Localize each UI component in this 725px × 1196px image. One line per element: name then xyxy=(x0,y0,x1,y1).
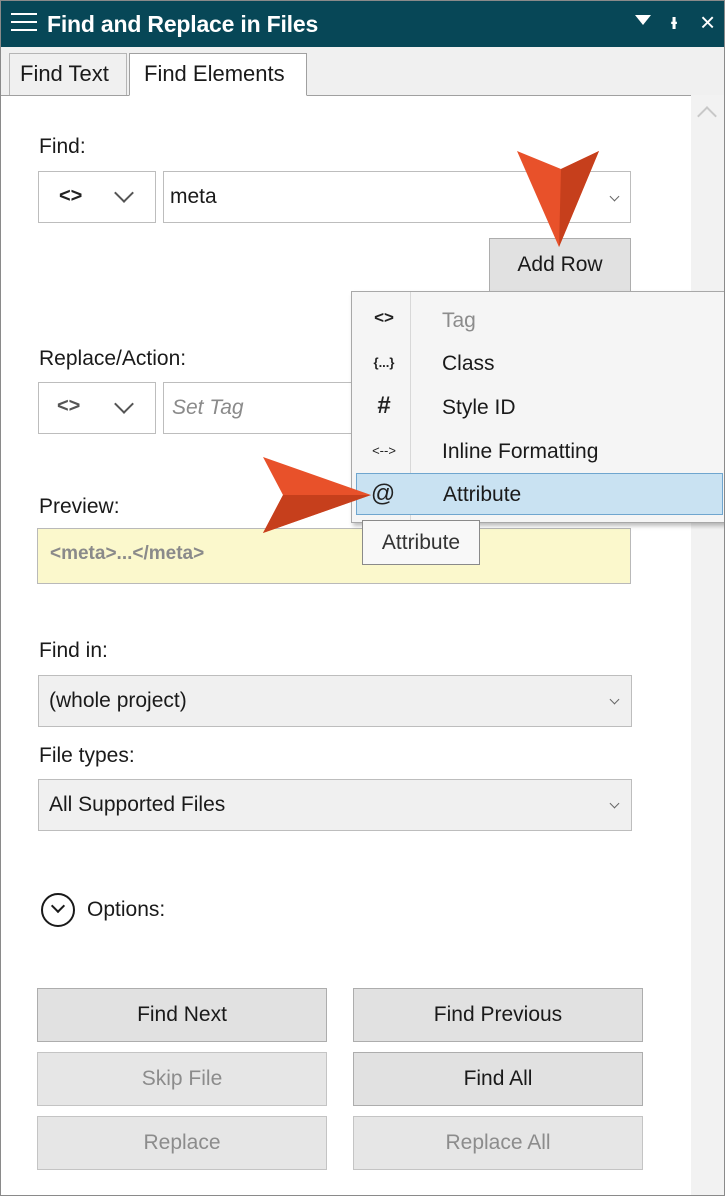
pin-icon[interactable]: ᵻ xyxy=(671,9,677,35)
title-bar: Find and Replace in Files ᵻ × xyxy=(1,1,724,47)
callout-arrow-icon xyxy=(517,151,599,247)
options-label[interactable]: Options: xyxy=(87,898,165,922)
find-label: Find: xyxy=(39,135,86,158)
tab-strip: Find Text Find Elements xyxy=(1,47,724,96)
skip-file-button[interactable]: Skip File xyxy=(37,1052,327,1106)
find-in-select[interactable]: (whole project) xyxy=(38,675,632,727)
menu-item-label: Attribute xyxy=(443,483,522,506)
find-in-label: Find in: xyxy=(39,639,108,662)
find-value-text: meta xyxy=(170,185,217,208)
menu-item-attribute[interactable]: @ Attribute xyxy=(356,473,723,515)
menu-item-label: Class xyxy=(442,352,495,375)
menu-item-class[interactable]: {...} Class xyxy=(352,343,723,385)
hamburger-menu-icon[interactable] xyxy=(11,13,37,35)
chevron-down-icon xyxy=(609,694,620,705)
expand-options-icon[interactable] xyxy=(41,893,75,927)
replace-placeholder: Set Tag xyxy=(172,396,244,419)
close-icon[interactable]: × xyxy=(700,7,715,38)
find-all-button[interactable]: Find All xyxy=(353,1052,643,1106)
find-next-button[interactable]: Find Next xyxy=(37,988,327,1042)
find-previous-button[interactable]: Find Previous xyxy=(353,988,643,1042)
panel-title: Find and Replace in Files xyxy=(47,11,319,37)
menu-item-tag[interactable]: <> Tag xyxy=(352,300,723,342)
find-type-selector[interactable]: <> xyxy=(38,171,156,223)
chevron-down-icon xyxy=(114,394,134,414)
file-types-select[interactable]: All Supported Files xyxy=(38,779,632,831)
tab-find-text[interactable]: Find Text xyxy=(9,53,127,95)
menu-item-inline-formatting[interactable]: <--> Inline Formatting xyxy=(352,431,723,473)
chevron-down-icon xyxy=(609,191,620,202)
menu-item-label: Tag xyxy=(442,309,476,332)
find-replace-panel: Find and Replace in Files ᵻ × Find Text … xyxy=(0,0,725,1196)
file-types-label: File types: xyxy=(39,744,135,767)
menu-item-style-id[interactable]: # Style ID xyxy=(352,387,723,429)
preview-label: Preview: xyxy=(39,495,120,518)
find-in-value: (whole project) xyxy=(49,689,187,712)
preview-text: <meta>...</meta> xyxy=(50,543,205,564)
file-types-value: All Supported Files xyxy=(49,793,226,816)
scroll-up-icon[interactable] xyxy=(697,106,717,126)
hash-icon: # xyxy=(377,392,391,419)
set-tag-icon: <> xyxy=(57,395,81,417)
menu-item-label: Inline Formatting xyxy=(442,440,599,463)
tooltip: Attribute xyxy=(362,520,480,565)
replace-label: Replace/Action: xyxy=(39,347,187,370)
replace-value-input[interactable]: Set Tag xyxy=(163,382,363,434)
replace-button[interactable]: Replace xyxy=(37,1116,327,1170)
callout-arrow-icon xyxy=(263,457,371,533)
dropdown-arrow-icon[interactable] xyxy=(635,15,651,25)
replace-action-selector[interactable]: <> xyxy=(38,382,156,434)
vertical-scrollbar[interactable] xyxy=(691,95,724,1195)
chevron-down-icon xyxy=(609,798,620,809)
chevron-down-icon xyxy=(114,183,134,203)
tab-find-elements[interactable]: Find Elements xyxy=(129,53,307,96)
tag-icon: <> xyxy=(374,308,394,327)
menu-item-label: Style ID xyxy=(442,396,516,419)
class-icon: {...} xyxy=(373,355,395,370)
replace-all-button[interactable]: Replace All xyxy=(353,1116,643,1170)
tag-icon: <> xyxy=(59,185,83,207)
add-row-menu: <> Tag {...} Class # Style ID <--> Inlin… xyxy=(351,291,724,523)
